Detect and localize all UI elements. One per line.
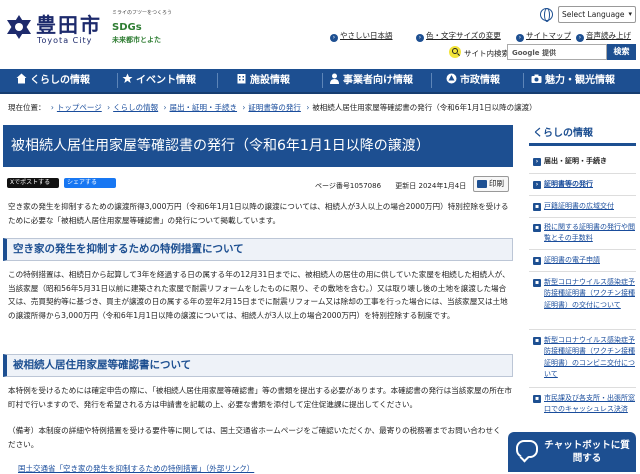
section-heading-special-measure: 空き家の発生を抑制するための特例措置について [3, 238, 513, 261]
sdgs-logo[interactable]: ミライのフツーをつくろう SDGs 未来都市とよた [112, 9, 188, 45]
site-search-input[interactable]: Google 提供 [507, 44, 607, 60]
nav-item-living[interactable]: くらしの情報 [16, 69, 90, 92]
document-icon: ▪ [533, 337, 541, 345]
breadcrumb-living[interactable]: くらしの情報 [113, 103, 158, 112]
document-icon: ▪ [533, 224, 541, 232]
sitemap-link[interactable]: › サイトマップ [516, 30, 571, 42]
note-paragraph: （備考）本制度の詳細や特例措置を受ける要件等に関しては、国土交通省ホームページを… [8, 426, 501, 449]
chevron-right-icon: › [533, 181, 541, 189]
sdgs-subtitle: 未来都市とよた [112, 36, 161, 44]
breadcrumb-certificates[interactable]: 証明書等の発行 [248, 103, 301, 112]
page-number: ページ番号1057086 [315, 182, 382, 190]
chatbot-label: チャットボットに質問する [544, 440, 630, 464]
chatbot-button[interactable]: チャットボットに質問する [508, 432, 636, 472]
chevron-right-icon: › [107, 103, 111, 112]
section2-paragraph: 本特例を受けるためには確定申告の際に、「被相続人居住用家屋等確認書」等の書類を提… [8, 386, 512, 409]
page-title: 被相続人居住用家屋等確認書の発行（令和6年1月1日以降の譲渡） [3, 125, 513, 167]
sidebar-item-cashless[interactable]: ▪ 市民課及び各支所・出張所窓口でのキャッシュレス決済 [529, 388, 636, 428]
site-header: 豊田市 Toyota City ミライのフツーをつくろう SDGs 未来都市とよ… [0, 0, 640, 68]
nav-divider [431, 73, 432, 88]
global-nav: くらしの情報 イベント情報 施設情報 事業者向け情報 市政情報 魅力・観光情報 [0, 69, 640, 94]
language-select-value: Select Language [562, 10, 625, 19]
chevron-right-icon: › [306, 103, 310, 112]
city-logo-name[interactable]: 豊田市 [36, 9, 102, 38]
camera-icon [531, 74, 542, 83]
chat-bubble-icon [516, 440, 538, 458]
mlit-external-link[interactable]: 国土交通省「空き家の発生を抑制するための特例措置」（外部リンク） [18, 463, 254, 474]
globe-icon [540, 8, 553, 22]
sdgs-tagline: ミライのフツーをつくろう [112, 10, 173, 16]
nav-item-facilities[interactable]: 施設情報 [236, 69, 290, 92]
nav-divider [523, 73, 524, 88]
document-icon: ▪ [533, 279, 541, 287]
document-icon: ▪ [533, 395, 541, 403]
intro-paragraph: 空き家の発生を抑制するための譲渡所得3,000万円（令和6年1月1日以降の譲渡に… [8, 202, 509, 225]
sidebar-item-vaccine-convenience[interactable]: ▪ 新型コロナウイルス感染症予防接種証明書（ワクチン接種証明書）のコンビニ交付に… [529, 330, 636, 388]
color-font-size-link[interactable]: › 色・文字サイズの変更 [416, 30, 501, 42]
sidebar-item-vaccine-certificate[interactable]: ▪ 新型コロナウイルス感染症予防接種証明書（ワクチン接種証明書）の交付について [529, 272, 636, 330]
sdgs-wordmark: SDGs [112, 22, 142, 33]
document-icon: ▪ [533, 203, 541, 211]
site-search-label: サイト内検索 [464, 49, 509, 58]
nav-item-business[interactable]: 事業者向け情報 [329, 69, 413, 92]
nav-divider [322, 73, 323, 88]
nav-divider [117, 73, 118, 88]
arrow-right-icon: › [416, 34, 424, 42]
chevron-right-icon: › [163, 103, 167, 112]
breadcrumb-procedures[interactable]: 届出・証明・手続き [170, 103, 238, 112]
search-icon [449, 46, 461, 58]
easy-japanese-link[interactable]: › やさしい日本語 [330, 30, 393, 42]
section-heading-confirmation: 被相続人居住用家屋等確認書について [3, 354, 513, 377]
utility-links: › やさしい日本語 › 色・文字サイズの変更 › サイトマップ › 音声読み上げ [330, 30, 636, 42]
person-icon [330, 73, 339, 84]
breadcrumb: 現在位置： › トップページ › くらしの情報 › 届出・証明・手続き › 証明書等の発… [8, 102, 632, 113]
house-icon [16, 73, 27, 84]
sidebar-item-e-application[interactable]: ▪ 証明書の電子申請 [529, 250, 636, 272]
language-select[interactable]: Select Language ▾ [558, 6, 636, 23]
nav-divider [217, 73, 218, 88]
print-button[interactable]: 印刷 [473, 176, 509, 192]
city-icon [446, 73, 457, 84]
section1-paragraph: この特例措置は、相続日から起算して3年を経過する日の属する年の12月31日までに… [8, 270, 510, 320]
sidebar-item-koseki[interactable]: ▪ 戸籍証明書の広域交付 [529, 196, 636, 218]
nav-item-tourism[interactable]: 魅力・観光情報 [531, 69, 615, 92]
printer-icon [477, 180, 487, 188]
share-facebook-button[interactable]: シェアする [64, 178, 116, 188]
breadcrumb-current: 被相続人居住用家屋等確認書の発行（令和6年1月1日以降の譲渡） [312, 103, 537, 112]
sidebar-item-certificates[interactable]: › 証明書等の発行 [529, 174, 636, 196]
arrow-right-icon: › [576, 34, 584, 42]
building-icon [237, 74, 246, 84]
search-button[interactable]: 検索 [607, 44, 636, 60]
nav-item-city-admin[interactable]: 市政情報 [446, 69, 500, 92]
city-logo-en: Toyota City [37, 36, 93, 45]
chevron-right-icon: › [242, 103, 246, 112]
breadcrumb-top[interactable]: トップページ [57, 103, 102, 112]
google-provider-label: Google 提供 [512, 49, 556, 57]
nav-item-events[interactable]: イベント情報 [122, 69, 196, 92]
share-x-button[interactable]: Xでポストする [7, 178, 59, 188]
page-meta: ページ番号1057086 更新日 2024年1月4日 [315, 181, 466, 191]
arrow-right-icon: › [330, 34, 338, 42]
document-icon: ▪ [533, 257, 541, 265]
chevron-right-icon: › [533, 158, 541, 166]
sidebar-item-tax-certificates[interactable]: ▪ 税に関する証明書の発行や閲覧とその手数料 [529, 218, 636, 250]
sidebar-item-procedures[interactable]: › 届出・証明・手続き [529, 150, 636, 174]
sidebar-title[interactable]: くらしの情報 [529, 126, 636, 146]
updated-date: 更新日 2024年1月4日 [395, 182, 467, 190]
chevron-right-icon: › [50, 103, 54, 112]
read-aloud-link[interactable]: › 音声読み上げ [576, 30, 631, 42]
star-icon [122, 73, 133, 83]
toyota-city-emblem-icon[interactable] [6, 14, 32, 40]
chevron-down-icon: ▾ [628, 10, 632, 18]
print-label: 印刷 [489, 179, 504, 188]
breadcrumb-label: 現在位置： [8, 103, 46, 112]
arrow-right-icon: › [516, 34, 524, 42]
